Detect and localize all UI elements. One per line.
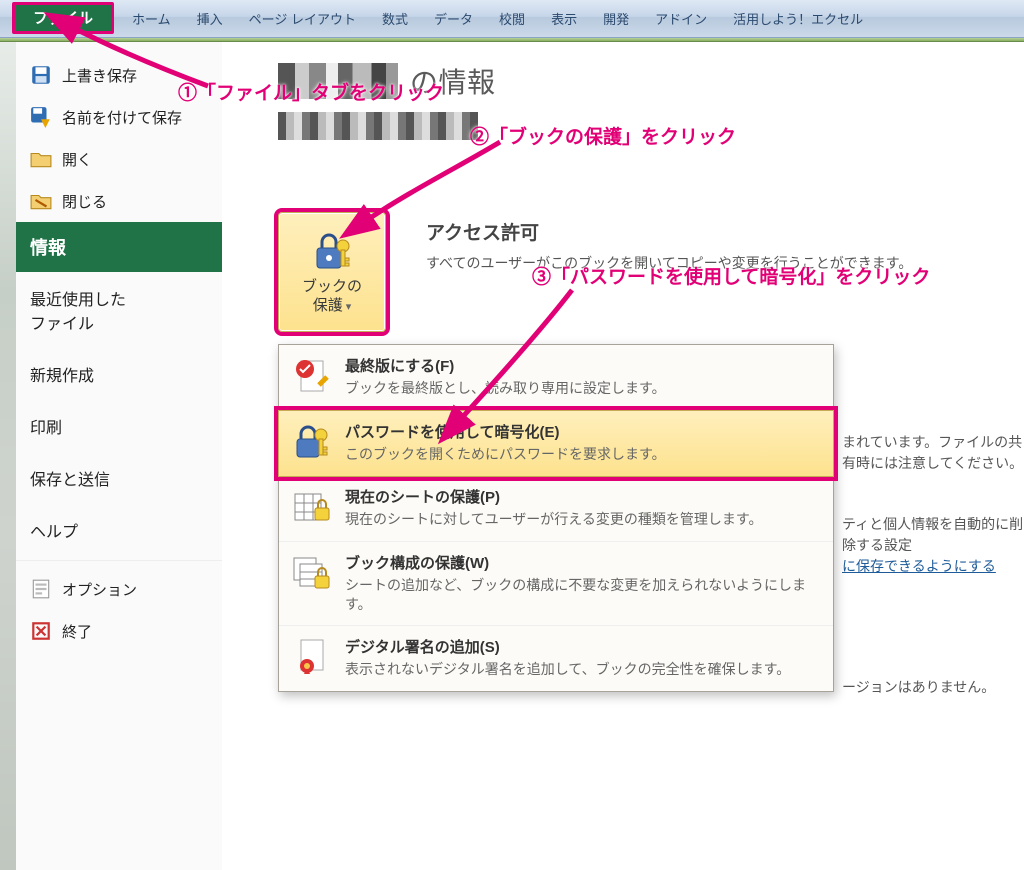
filename-obscured xyxy=(278,63,398,99)
window-left-edge xyxy=(0,42,16,870)
file-tab[interactable]: ファイル xyxy=(12,2,114,34)
menu-item-signature-title: デジタル署名の追加(S) xyxy=(345,636,821,657)
permission-title: アクセス許可 xyxy=(426,218,1004,245)
versions-info-line: ージョンはありません。 xyxy=(842,677,1024,698)
menu-item-encrypt-title: パスワードを使用して暗号化(E) xyxy=(345,421,821,442)
nav-save-as-label: 名前を付けて保存 xyxy=(62,107,182,128)
nav-save-send[interactable]: 保存と送信 xyxy=(16,452,222,504)
ribbon-tab-data[interactable]: データ xyxy=(426,3,481,34)
nav-print[interactable]: 印刷 xyxy=(16,400,222,452)
ribbon-tab-excel-tips[interactable]: 活用しよう！エクセル xyxy=(725,3,871,34)
filepath-obscured xyxy=(278,112,478,140)
permission-block: アクセス許可 すべてのユーザーがこのブックを開いてコピーや変更を行うことができま… xyxy=(426,218,1004,273)
nav-open-label: 開く xyxy=(62,149,92,170)
menu-item-protect-sheet[interactable]: 現在のシートの保護(P) 現在のシートに対してユーザーが行える変更の種類を管理し… xyxy=(279,476,833,542)
nav-options[interactable]: オプション xyxy=(16,568,222,610)
save-as-icon xyxy=(30,106,52,128)
protect-sheet-icon xyxy=(291,486,333,528)
nav-save[interactable]: 上書き保存 xyxy=(16,54,222,96)
page-title: の情報 xyxy=(410,61,496,101)
ribbon-tab-developer[interactable]: 開発 xyxy=(595,3,637,34)
nav-recent[interactable]: 最近使用した ファイル xyxy=(16,272,222,348)
options-icon xyxy=(30,578,52,600)
menu-item-encrypt-password[interactable]: パスワードを使用して暗号化(E) このブックを開くためにパスワードを要求します。 xyxy=(278,410,834,477)
ribbon-tab-home[interactable]: ホーム xyxy=(124,3,179,34)
exit-icon xyxy=(30,620,52,642)
menu-item-mark-final[interactable]: 最終版にする(F) ブックを最終版とし、読み取り専用に設定します。 xyxy=(279,345,833,411)
folder-open-icon xyxy=(30,148,52,170)
nav-exit[interactable]: 終了 xyxy=(16,610,222,652)
nav-exit-label: 終了 xyxy=(62,621,92,642)
file-tab-label: ファイル xyxy=(33,7,93,28)
backstage-nav: 上書き保存 名前を付けて保存 開く 閉じる 情報 最近使用した ファイル 新規作… xyxy=(16,42,222,870)
nav-save-as[interactable]: 名前を付けて保存 xyxy=(16,96,222,138)
ribbon-tab-insert[interactable]: 挿入 xyxy=(189,3,231,34)
menu-item-protect-structure[interactable]: ブック構成の保護(W) シートの追加など、ブックの構成に不要な変更を加えられない… xyxy=(279,542,833,627)
ribbon: ファイル ホーム 挿入 ページ レイアウト 数式 データ 校閲 表示 開発 アド… xyxy=(0,0,1024,38)
mark-final-icon xyxy=(291,355,333,397)
nav-info-label: 情報 xyxy=(30,238,66,258)
backstage-content: の情報 ブックの 保護 アクセス許可 すべてのユーザーがこのブックを開い xyxy=(222,42,1024,870)
nav-help[interactable]: ヘルプ xyxy=(16,504,222,556)
menu-item-digital-signature[interactable]: デジタル署名の追加(S) 表示されないデジタル署名を追加して、ブックの完全性を確… xyxy=(279,626,833,691)
protect-structure-icon xyxy=(291,552,333,594)
lock-key-icon xyxy=(309,228,355,274)
nav-new[interactable]: 新規作成 xyxy=(16,348,222,400)
nav-options-label: オプション xyxy=(62,579,137,600)
page-heading: の情報 xyxy=(278,60,1000,102)
backstage: 上書き保存 名前を付けて保存 開く 閉じる 情報 最近使用した ファイル 新規作… xyxy=(0,42,1024,870)
menu-item-protect-sheet-desc: 現在のシートに対してユーザーが行える変更の種類を管理します。 xyxy=(345,510,821,529)
nav-info-selected[interactable]: 情報 xyxy=(16,222,222,272)
nav-open[interactable]: 開く xyxy=(16,138,222,180)
menu-item-mark-final-title: 最終版にする(F) xyxy=(345,355,821,376)
menu-item-signature-desc: 表示されないデジタル署名を追加して、ブックの完全性を確保します。 xyxy=(345,660,821,679)
menu-item-protect-sheet-title: 現在のシートの保護(P) xyxy=(345,486,821,507)
ribbon-tab-review[interactable]: 校閲 xyxy=(491,3,533,34)
nav-close[interactable]: 閉じる xyxy=(16,180,222,222)
prepare-info-link[interactable]: に保存できるようにする xyxy=(842,558,996,574)
ribbon-tab-view[interactable]: 表示 xyxy=(543,3,585,34)
menu-item-protect-structure-desc: シートの追加など、ブックの構成に不要な変更を加えられないようにします。 xyxy=(345,576,821,614)
folder-close-icon xyxy=(30,190,52,212)
ribbon-tab-formulas[interactable]: 数式 xyxy=(374,3,416,34)
nav-close-label: 閉じる xyxy=(62,191,107,212)
ribbon-tab-pagelayout[interactable]: ページ レイアウト xyxy=(241,3,364,34)
protect-workbook-button[interactable]: ブックの 保護 xyxy=(278,212,386,332)
save-icon xyxy=(30,64,52,86)
menu-item-mark-final-desc: ブックを最終版とし、読み取り専用に設定します。 xyxy=(345,379,821,398)
prepare-share-info: まれています。ファイルの共有時には注意してください。 ティと個人情報を自動的に削… xyxy=(842,432,1024,698)
menu-item-protect-structure-title: ブック構成の保護(W) xyxy=(345,552,821,573)
digital-signature-icon xyxy=(291,636,333,678)
permission-desc: すべてのユーザーがこのブックを開いてコピーや変更を行うことができます。 xyxy=(426,253,1004,273)
nav-save-label: 上書き保存 xyxy=(62,65,137,86)
menu-item-encrypt-desc: このブックを開くためにパスワードを要求します。 xyxy=(345,445,821,464)
protect-workbook-menu: 最終版にする(F) ブックを最終版とし、読み取り専用に設定します。 パスワードを… xyxy=(278,344,834,692)
prepare-info-line1: まれています。ファイルの共有時には注意してください。 xyxy=(842,432,1024,474)
nav-divider xyxy=(16,560,222,564)
ribbon-tab-addins[interactable]: アドイン xyxy=(647,3,715,34)
prepare-info-line2: ティと個人情報を自動的に削除する設定 xyxy=(842,516,1023,553)
protect-workbook-label: ブックの 保護 xyxy=(302,278,362,316)
encrypt-password-icon xyxy=(291,421,333,463)
